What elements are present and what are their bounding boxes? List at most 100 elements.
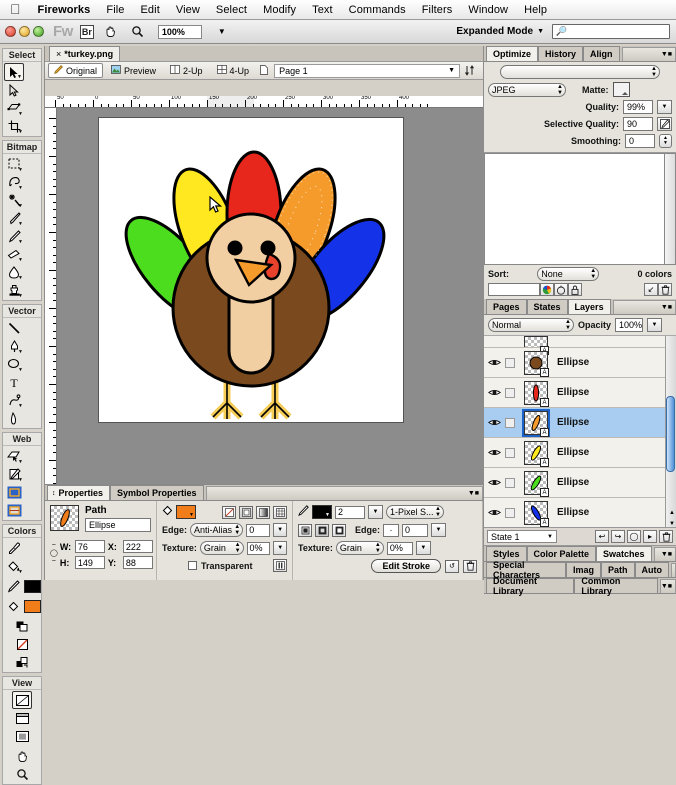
optimize-preset-select[interactable]: ▲ ▼: [500, 65, 660, 79]
layers-list[interactable]: A A Ellipse: [484, 336, 676, 528]
hand-tool[interactable]: [12, 747, 32, 765]
fill-color-swatch[interactable]: ▼: [176, 505, 196, 519]
stroke-texture-dropdown-icon[interactable]: ▼: [415, 541, 431, 555]
tab-styles[interactable]: Styles: [486, 546, 527, 561]
no-color-icon[interactable]: [12, 635, 32, 653]
quality-field[interactable]: 99%: [623, 100, 653, 114]
stroke-width-field[interactable]: 2: [335, 505, 365, 519]
table-row[interactable]: A: [484, 336, 676, 355]
edit-stroke-button[interactable]: Edit Stroke: [371, 559, 441, 573]
text-tool[interactable]: T: [4, 373, 24, 391]
tab-optimize[interactable]: Optimize: [486, 46, 539, 61]
full-screen-menu-mode-icon[interactable]: [12, 709, 32, 727]
stroke-color-swatch[interactable]: ▼: [312, 505, 332, 519]
layer-visibility-toggle[interactable]: [486, 418, 502, 427]
tab-common-library[interactable]: Common Library: [574, 576, 658, 596]
eraser-tool[interactable]: ▼: [4, 245, 24, 263]
pen-tool[interactable]: ▼: [4, 337, 24, 355]
table-row[interactable]: A Ellipse: [484, 468, 676, 498]
turkey-illustration[interactable]: [99, 118, 403, 422]
lasso-tool[interactable]: ▼: [4, 173, 24, 191]
selective-quality-field[interactable]: 90: [623, 117, 653, 131]
blur-tool[interactable]: ▼: [4, 263, 24, 281]
color-palette-scrollbar[interactable]: [665, 153, 676, 265]
stroke-width-dropdown-icon[interactable]: ▼: [368, 505, 383, 519]
default-colors-icon[interactable]: [12, 617, 32, 635]
layers-scrollbar[interactable]: ▲ ▼: [665, 336, 676, 527]
menu-select[interactable]: Select: [208, 4, 255, 16]
standard-screen-mode-icon[interactable]: [12, 691, 32, 709]
brush-tool[interactable]: ▼: [4, 209, 24, 227]
inside-stroke-icon[interactable]: [298, 523, 312, 537]
hotspot-tool[interactable]: ▼: [4, 447, 24, 465]
matte-color-swatch[interactable]: [612, 82, 630, 97]
layer-lock-toggle[interactable]: [502, 357, 518, 368]
smoothing-stepper[interactable]: ▲ ▼: [659, 134, 672, 148]
stroke-color-swatch[interactable]: [23, 579, 41, 593]
fill-texture-amount-field[interactable]: 0%: [246, 541, 271, 555]
pattern-fill-icon[interactable]: [273, 505, 287, 519]
tab-align[interactable]: Align: [583, 46, 620, 61]
opacity-dropdown-icon[interactable]: ▼: [647, 318, 663, 332]
y-field[interactable]: 88: [122, 556, 153, 569]
library-panel-menu-icon[interactable]: ▼■: [659, 579, 676, 593]
color-wheel-icon[interactable]: [540, 283, 554, 296]
document-tab-turkey[interactable]: × *turkey.png: [49, 46, 121, 61]
close-document-icon[interactable]: ×: [56, 49, 61, 59]
fill-texture-dropdown-icon[interactable]: ▼: [273, 541, 287, 555]
swap-colors-icon[interactable]: [12, 653, 32, 671]
quality-dropdown-icon[interactable]: ▼: [657, 100, 672, 114]
layer-thumbnail[interactable]: A: [524, 500, 549, 527]
solid-fill-icon[interactable]: [239, 505, 253, 519]
tab-properties[interactable]: ↕ Properties: [47, 485, 111, 500]
table-row[interactable]: A Ellipse: [484, 498, 676, 527]
layer-visibility-toggle[interactable]: [486, 478, 502, 487]
stroke-edge-field[interactable]: ·: [383, 523, 400, 537]
zoom-level-field[interactable]: 100%: [157, 24, 202, 39]
fill-texture-select[interactable]: Grain ▲ ▼: [199, 541, 244, 555]
tab-special-characters[interactable]: Special Characters: [486, 560, 566, 580]
scroll-up-icon[interactable]: ▲: [669, 510, 675, 516]
tab-layers[interactable]: Layers: [567, 299, 611, 314]
delete-layer-icon[interactable]: [659, 530, 673, 543]
opacity-field[interactable]: 100%: [615, 318, 644, 332]
menu-edit[interactable]: Edit: [133, 4, 168, 16]
canvas-viewport[interactable]: [57, 108, 483, 508]
centered-stroke-icon[interactable]: [315, 523, 329, 537]
marquee-tool[interactable]: ▼: [4, 155, 24, 173]
knife-tool[interactable]: [4, 409, 24, 427]
optimize-panel-menu-icon[interactable]: ▼■: [621, 47, 676, 61]
special-characters-panel-menu-icon[interactable]: [671, 563, 676, 577]
expanded-mode-label[interactable]: Expanded Mode: [456, 26, 537, 37]
tab-4up[interactable]: 4-Up: [211, 63, 256, 78]
tab-image-editing[interactable]: Imag: [565, 562, 601, 577]
menu-modify[interactable]: Modify: [255, 4, 304, 16]
magnifier-icon[interactable]: [128, 23, 148, 41]
state-selector[interactable]: State 1 ▼: [487, 530, 557, 543]
show-slices-tool[interactable]: [4, 501, 24, 519]
layer-lock-toggle[interactable]: [502, 387, 518, 398]
new-sub-layer-icon[interactable]: ▸: [643, 530, 657, 543]
hide-slices-tool[interactable]: [4, 483, 24, 501]
delete-color-icon[interactable]: [658, 283, 672, 296]
line-tool[interactable]: [4, 319, 24, 337]
fill-edge-dropdown-icon[interactable]: ▼: [273, 523, 287, 537]
layer-lock-toggle[interactable]: [502, 417, 518, 428]
layer-thumbnail[interactable]: A: [524, 336, 549, 355]
properties-panel-menu-icon[interactable]: ▼■: [205, 486, 483, 500]
transparency-icon[interactable]: [554, 283, 568, 296]
outside-stroke-icon[interactable]: [332, 523, 346, 537]
menu-text[interactable]: Text: [304, 4, 341, 16]
pencil-tool[interactable]: ▼: [4, 227, 24, 245]
layer-lock-toggle[interactable]: [502, 507, 518, 518]
slice-tool[interactable]: ▼: [4, 465, 24, 483]
layer-thumbnail[interactable]: A: [524, 440, 549, 467]
menu-commands[interactable]: Commands: [341, 4, 414, 16]
sort-select[interactable]: None ▲ ▼: [537, 267, 600, 281]
layer-thumbnail[interactable]: A: [524, 470, 549, 497]
stroke-edge-amount-field[interactable]: 0: [402, 523, 429, 537]
layer-lock-toggle[interactable]: [502, 477, 518, 488]
fill-color-swatch[interactable]: [23, 599, 41, 613]
ellipse-tool[interactable]: ▼: [4, 355, 24, 373]
styles-panel-menu-icon[interactable]: ▼■: [653, 547, 676, 561]
